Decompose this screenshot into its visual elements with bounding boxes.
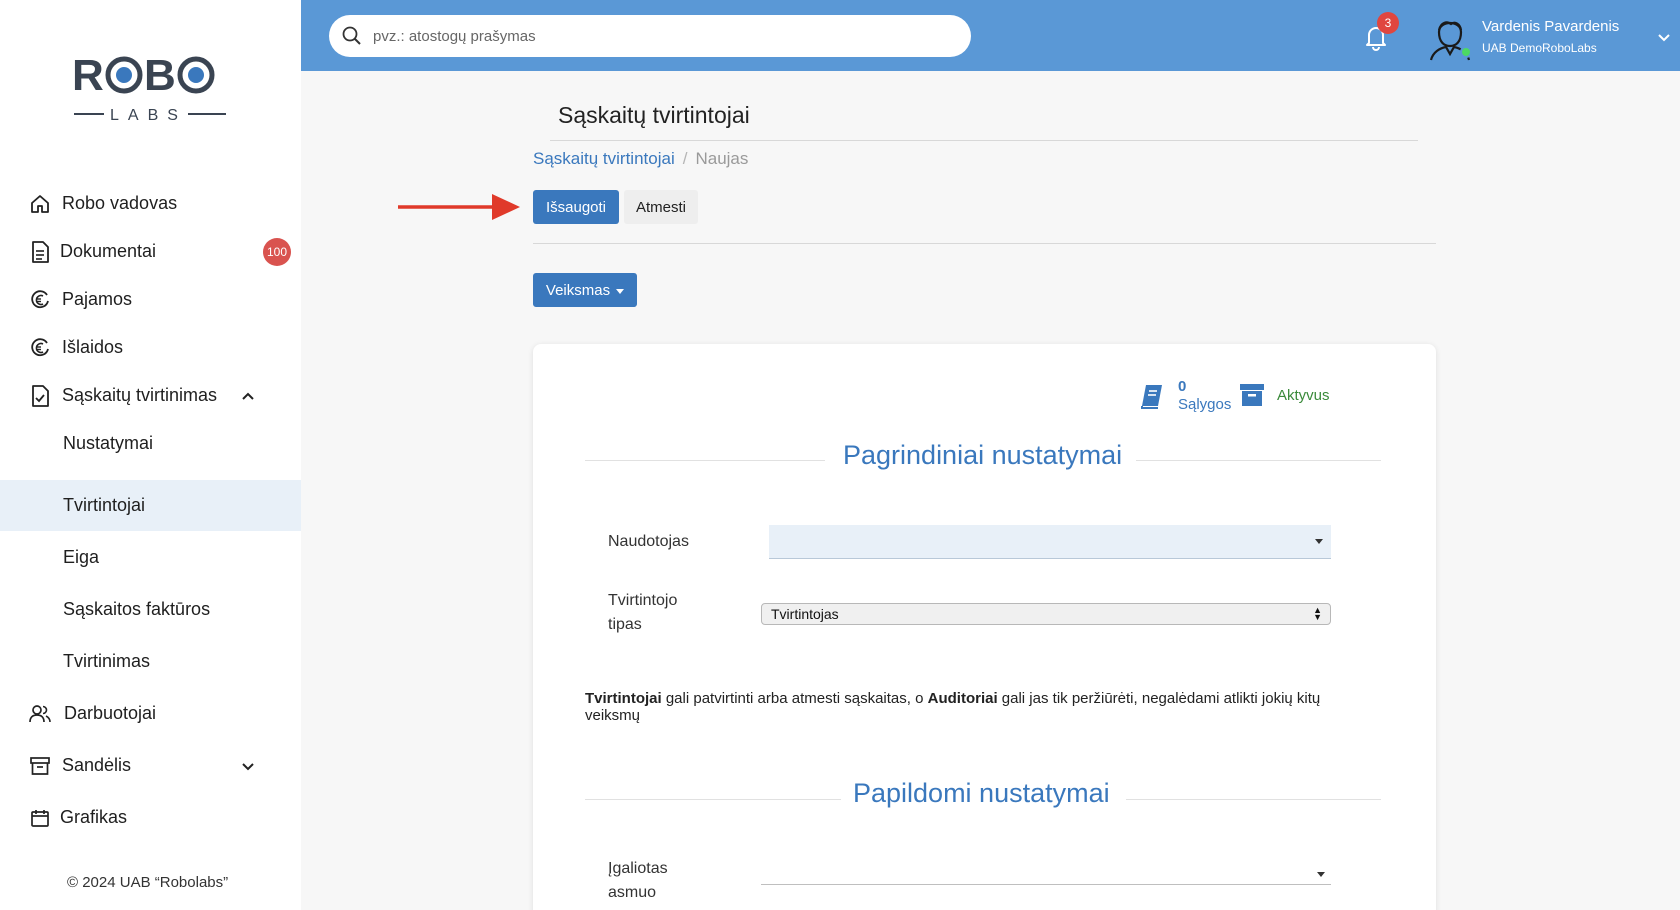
save-button[interactable]: Išsaugoti — [533, 190, 619, 224]
sidebar-item-label: Darbuotojai — [64, 703, 157, 723]
sidebar-subitem-tvirtinimas[interactable]: Tvirtinimas — [0, 636, 301, 687]
action-dropdown-button[interactable]: Veiksmas — [533, 273, 637, 307]
section-line-left — [585, 799, 841, 800]
sidebar-item-label: Nustatymai — [63, 433, 154, 453]
sidebar-item-label: Grafikas — [60, 807, 128, 827]
sidebar-item-label: Sandėlis — [62, 755, 132, 775]
toolbar-divider — [533, 243, 1436, 244]
svg-text:B: B — [144, 51, 176, 100]
user-field-label: Naudotojas — [608, 533, 689, 550]
chevron-down-icon[interactable] — [1654, 27, 1674, 47]
approver-type-label-line1: Tvirtintojo — [608, 592, 678, 609]
action-dropdown-label: Veiksmas — [545, 281, 611, 299]
online-status-dot — [1460, 46, 1472, 58]
delegate-field-label: Įgaliotas asmuo — [608, 857, 668, 905]
approver-info-text: Tvirtintojai gali patvirtinti arba atmes… — [585, 690, 1325, 724]
caret-down-icon — [1315, 539, 1323, 544]
file-check-icon — [29, 384, 51, 407]
info-approvers-term: Tvirtintojai — [585, 690, 662, 707]
users-icon — [29, 703, 51, 725]
sidebar-item-label: Dokumentai — [60, 241, 157, 261]
sidebar-item-label: Pajamos — [62, 289, 133, 309]
section-title-extra: Papildomi nustatymai — [853, 778, 1110, 808]
search-input[interactable] — [373, 15, 953, 57]
documents-count-badge: 100 — [263, 237, 291, 266]
search-box[interactable] — [329, 15, 971, 57]
chevron-up-icon[interactable] — [238, 386, 258, 406]
delegate-label-line2: asmuo — [608, 884, 657, 901]
sidebar-item-label: Išlaidos — [62, 337, 124, 357]
sidebar-subitem-tvirtintojai[interactable]: Tvirtintojai — [0, 480, 301, 531]
delegate-label-line1: Įgaliotas — [608, 860, 668, 877]
sidebar-item-grafikas[interactable]: Grafikas — [0, 792, 301, 843]
conditions-count[interactable]: 0 — [1178, 378, 1186, 395]
caret-down-icon — [616, 288, 625, 294]
section-line-left — [585, 460, 825, 461]
chevron-down-icon[interactable] — [238, 756, 258, 776]
breadcrumb-parent-link[interactable]: Sąskaitų tvirtintojai — [533, 149, 675, 168]
approver-type-label-line2: tipas — [608, 616, 642, 633]
book-icon[interactable] — [1138, 382, 1166, 410]
breadcrumb: Sąskaitų tvirtintojai / Naujas — [533, 149, 748, 169]
document-icon — [29, 240, 51, 263]
sidebar-subitem-nustatymai[interactable]: Nustatymai — [0, 418, 301, 469]
sidebar-item-robo-vadovas[interactable]: Robo vadovas — [0, 178, 301, 229]
info-text-part: gali patvirtinti arba atmesti sąskaitas,… — [661, 690, 928, 707]
active-status-toggle[interactable]: Aktyvus — [1277, 387, 1330, 404]
euro-circle-icon — [29, 337, 51, 359]
euro-circle-icon — [29, 289, 51, 311]
conditions-label[interactable]: Sąlygos — [1178, 396, 1231, 413]
home-icon — [29, 193, 51, 215]
breadcrumb-current: Naujas — [695, 149, 749, 168]
discard-button[interactable]: Atmesti — [624, 190, 698, 224]
delegate-select[interactable] — [761, 884, 1331, 885]
user-company[interactable]: UAB DemoRoboLabs — [1482, 41, 1597, 55]
robolabs-logo[interactable]: R B LABS — [72, 46, 228, 126]
sidebar: R B LABS Robo vadovas Dokumentai 100 Paj… — [0, 0, 301, 910]
user-select[interactable] — [769, 525, 1331, 559]
sidebar-item-islaidos[interactable]: Išlaidos — [0, 322, 301, 373]
archive-icon — [29, 755, 51, 777]
info-auditors-term: Auditoriai — [927, 690, 998, 707]
topbar: 3 Vardenis Pavardenis UAB DemoRoboLabs — [301, 0, 1680, 71]
user-name[interactable]: Vardenis Pavardenis — [1482, 18, 1619, 35]
search-icon — [341, 25, 363, 47]
breadcrumb-separator: / — [682, 149, 688, 168]
archive-box-icon[interactable] — [1239, 382, 1265, 408]
caret-down-icon[interactable] — [1317, 872, 1325, 877]
sidebar-item-darbuotojai[interactable]: Darbuotojai — [0, 688, 301, 739]
svg-text:LABS: LABS — [110, 107, 187, 124]
sidebar-item-label: Tvirtinimas — [63, 651, 151, 671]
sidebar-item-sandelis[interactable]: Sandėlis — [0, 740, 301, 791]
title-divider — [550, 140, 1418, 141]
approver-type-label: Tvirtintojo tipas — [608, 589, 677, 637]
notifications-badge: 3 — [1377, 12, 1399, 34]
sidebar-subitem-eiga[interactable]: Eiga — [0, 532, 301, 583]
approver-type-value: Tvirtintojas — [771, 606, 839, 622]
svg-text:R: R — [72, 51, 103, 100]
sidebar-item-label: Tvirtintojai — [63, 495, 146, 515]
copyright-text: © 2024 UAB “Robolabs” — [67, 874, 229, 891]
sidebar-item-label: Sąskaitos faktūros — [63, 599, 211, 619]
page-title: Sąskaitų tvirtintojai — [558, 102, 750, 128]
sidebar-item-label: Sąskaitų tvirtinimas — [62, 385, 218, 405]
approver-type-select[interactable]: Tvirtintojas ▲ ▼ — [761, 603, 1331, 625]
sidebar-item-pajamos[interactable]: Pajamos — [0, 274, 301, 325]
section-line-right — [1126, 799, 1381, 800]
sidebar-item-saskaitu-tvirtinimas[interactable]: Sąskaitų tvirtinimas — [0, 370, 301, 421]
sidebar-item-dokumentai[interactable]: Dokumentai 100 — [0, 226, 301, 277]
up-down-arrows-icon: ▲ ▼ — [1313, 605, 1322, 622]
sidebar-subitem-saskaitos-fakturos[interactable]: Sąskaitos faktūros — [0, 584, 301, 635]
sidebar-item-label: Eiga — [63, 547, 100, 567]
calendar-icon — [29, 807, 51, 829]
annotation-arrow-icon — [398, 194, 520, 220]
sidebar-item-label: Robo vadovas — [62, 193, 178, 213]
section-line-right — [1136, 460, 1381, 461]
section-title-main: Pagrindiniai nustatymai — [843, 440, 1123, 470]
